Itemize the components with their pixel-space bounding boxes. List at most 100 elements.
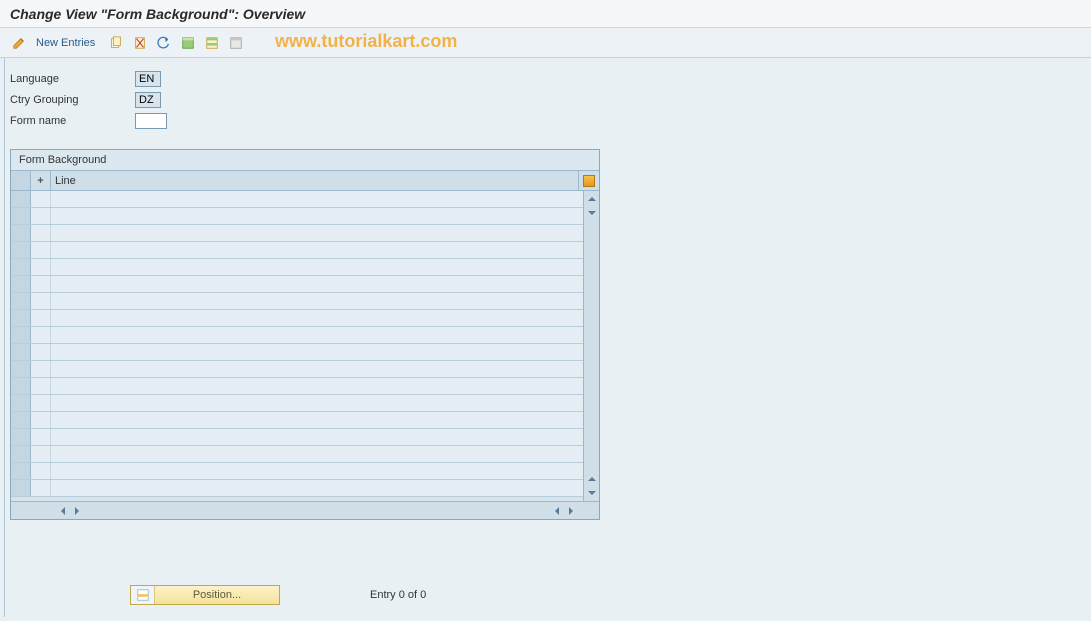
- cell-line[interactable]: [51, 480, 583, 496]
- cell-plus[interactable]: [31, 463, 51, 479]
- table-row[interactable]: [11, 242, 583, 259]
- cell-plus[interactable]: [31, 344, 51, 360]
- row-selector[interactable]: [11, 225, 31, 241]
- col-header-plus[interactable]: +: [31, 171, 51, 190]
- vertical-scrollbar[interactable]: [583, 191, 599, 501]
- delete-icon[interactable]: [131, 34, 149, 52]
- row-selector[interactable]: [11, 412, 31, 428]
- scroll-left-icon[interactable]: [57, 505, 69, 517]
- col-header-select[interactable]: [11, 171, 31, 190]
- pencil-icon[interactable]: [10, 34, 28, 52]
- cell-plus[interactable]: [31, 242, 51, 258]
- table-row[interactable]: [11, 446, 583, 463]
- scroll-up-icon[interactable]: [586, 193, 598, 205]
- row-selector[interactable]: [11, 242, 31, 258]
- scroll-left-right-icon[interactable]: [551, 505, 563, 517]
- cell-line[interactable]: [51, 208, 583, 224]
- table-panel: Form Background + Line: [10, 149, 600, 520]
- cell-plus[interactable]: [31, 480, 51, 496]
- table-row[interactable]: [11, 208, 583, 225]
- cell-line[interactable]: [51, 395, 583, 411]
- scroll-right-left-icon[interactable]: [71, 505, 83, 517]
- cell-plus[interactable]: [31, 412, 51, 428]
- scroll-down-icon[interactable]: [586, 487, 598, 499]
- cell-line[interactable]: [51, 446, 583, 462]
- cell-line[interactable]: [51, 276, 583, 292]
- cell-line[interactable]: [51, 378, 583, 394]
- cell-plus[interactable]: [31, 310, 51, 326]
- entry-count-label: Entry 0 of 0: [370, 589, 426, 601]
- scroll-down-top-icon[interactable]: [586, 207, 598, 219]
- row-selector[interactable]: [11, 463, 31, 479]
- horizontal-scrollbar[interactable]: [11, 501, 599, 519]
- cell-plus[interactable]: [31, 361, 51, 377]
- cell-line[interactable]: [51, 310, 583, 326]
- cell-line[interactable]: [51, 463, 583, 479]
- row-selector[interactable]: [11, 276, 31, 292]
- scroll-up-bottom-icon[interactable]: [586, 473, 598, 485]
- cell-line[interactable]: [51, 429, 583, 445]
- row-selector[interactable]: [11, 378, 31, 394]
- row-selector[interactable]: [11, 259, 31, 275]
- table-row[interactable]: [11, 225, 583, 242]
- table-row[interactable]: [11, 310, 583, 327]
- table-row[interactable]: [11, 463, 583, 480]
- table-row[interactable]: [11, 429, 583, 446]
- table-row[interactable]: [11, 378, 583, 395]
- copy-icon[interactable]: [107, 34, 125, 52]
- title-bar: Change View "Form Background": Overview: [0, 0, 1091, 28]
- row-selector[interactable]: [11, 446, 31, 462]
- cell-plus[interactable]: [31, 429, 51, 445]
- new-entries-button[interactable]: New Entries: [36, 37, 95, 49]
- table-row[interactable]: [11, 480, 583, 497]
- cell-plus[interactable]: [31, 378, 51, 394]
- table-wrap: + Line: [11, 171, 599, 519]
- cell-plus[interactable]: [31, 293, 51, 309]
- table-config-button[interactable]: [579, 171, 599, 190]
- undo-icon[interactable]: [155, 34, 173, 52]
- select-block-icon[interactable]: [203, 34, 221, 52]
- cell-line[interactable]: [51, 412, 583, 428]
- cell-plus[interactable]: [31, 446, 51, 462]
- cell-line[interactable]: [51, 361, 583, 377]
- table-row[interactable]: [11, 412, 583, 429]
- table-row[interactable]: [11, 191, 583, 208]
- cell-plus[interactable]: [31, 276, 51, 292]
- row-selector[interactable]: [11, 429, 31, 445]
- cell-line[interactable]: [51, 225, 583, 241]
- table-row[interactable]: [11, 327, 583, 344]
- cell-plus[interactable]: [31, 327, 51, 343]
- cell-line[interactable]: [51, 191, 583, 207]
- row-selector[interactable]: [11, 191, 31, 207]
- cell-line[interactable]: [51, 327, 583, 343]
- col-header-line[interactable]: Line: [51, 171, 579, 190]
- scroll-right-icon[interactable]: [565, 505, 577, 517]
- select-all-icon[interactable]: [179, 34, 197, 52]
- table-row[interactable]: [11, 276, 583, 293]
- position-button[interactable]: Position...: [130, 585, 280, 605]
- row-selector[interactable]: [11, 344, 31, 360]
- deselect-icon[interactable]: [227, 34, 245, 52]
- table-row[interactable]: [11, 344, 583, 361]
- table-row[interactable]: [11, 395, 583, 412]
- cell-plus[interactable]: [31, 191, 51, 207]
- row-selector[interactable]: [11, 480, 31, 496]
- table-row[interactable]: [11, 361, 583, 378]
- cell-line[interactable]: [51, 242, 583, 258]
- row-selector[interactable]: [11, 327, 31, 343]
- cell-line[interactable]: [51, 259, 583, 275]
- table-row[interactable]: [11, 259, 583, 276]
- row-selector[interactable]: [11, 208, 31, 224]
- cell-plus[interactable]: [31, 208, 51, 224]
- row-selector[interactable]: [11, 310, 31, 326]
- cell-plus[interactable]: [31, 395, 51, 411]
- cell-line[interactable]: [51, 344, 583, 360]
- table-row[interactable]: [11, 293, 583, 310]
- cell-plus[interactable]: [31, 225, 51, 241]
- cell-line[interactable]: [51, 293, 583, 309]
- row-selector[interactable]: [11, 395, 31, 411]
- row-selector[interactable]: [11, 293, 31, 309]
- row-selector[interactable]: [11, 361, 31, 377]
- cell-plus[interactable]: [31, 259, 51, 275]
- position-label: Position...: [155, 589, 279, 601]
